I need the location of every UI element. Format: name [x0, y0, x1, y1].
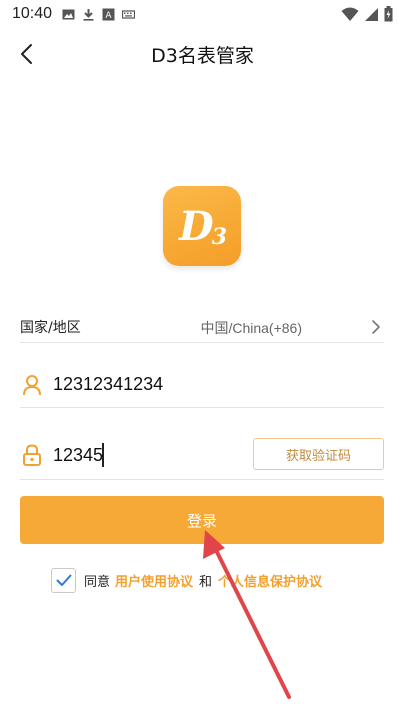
- signal-icon: [365, 7, 378, 21]
- app-logo: D3: [163, 186, 241, 266]
- user-agreement-link[interactable]: 用户使用协议: [115, 571, 193, 590]
- login-button[interactable]: 登录: [20, 496, 384, 544]
- agreement-row: 同意 用户使用协议 和 个人信息保护协议: [51, 568, 322, 593]
- text-icon: A: [102, 8, 115, 21]
- wifi-icon: [341, 7, 359, 21]
- lock-icon: [23, 444, 41, 466]
- agree-and-text: 和: [199, 575, 213, 590]
- code-input[interactable]: [53, 445, 213, 466]
- system-icons: [341, 6, 393, 22]
- agree-prefix: 同意: [84, 575, 111, 590]
- notification-icons: A: [62, 8, 136, 21]
- svg-text:A: A: [105, 11, 112, 21]
- code-row: 获取验证码: [20, 434, 384, 480]
- country-label: 国家/地区: [20, 320, 81, 336]
- battery-icon: [384, 6, 393, 22]
- keyboard-icon: [122, 9, 136, 19]
- privacy-policy-link[interactable]: 个人信息保护协议: [218, 571, 322, 590]
- country-value: 中国/China(+86): [200, 320, 302, 336]
- status-time: 10:40: [12, 5, 53, 22]
- agree-checkbox[interactable]: [51, 568, 76, 593]
- image-icon: [62, 9, 75, 19]
- text-caret: [102, 443, 104, 467]
- annotation-arrow: [203, 530, 291, 699]
- get-code-button[interactable]: 获取验证码: [253, 438, 384, 470]
- check-icon: [56, 574, 71, 586]
- app-header: D3名表管家: [0, 34, 405, 74]
- page-title: D3名表管家: [151, 45, 254, 67]
- logo-text: D3: [179, 202, 227, 250]
- user-icon: [23, 375, 41, 396]
- country-selector[interactable]: 国家/地区 中国/China(+86): [20, 311, 384, 343]
- phone-row: [20, 366, 384, 408]
- chevron-right-icon: [372, 320, 380, 334]
- phone-input[interactable]: [53, 374, 253, 395]
- status-bar: 10:40 A: [0, 0, 405, 28]
- download-icon: [83, 8, 94, 21]
